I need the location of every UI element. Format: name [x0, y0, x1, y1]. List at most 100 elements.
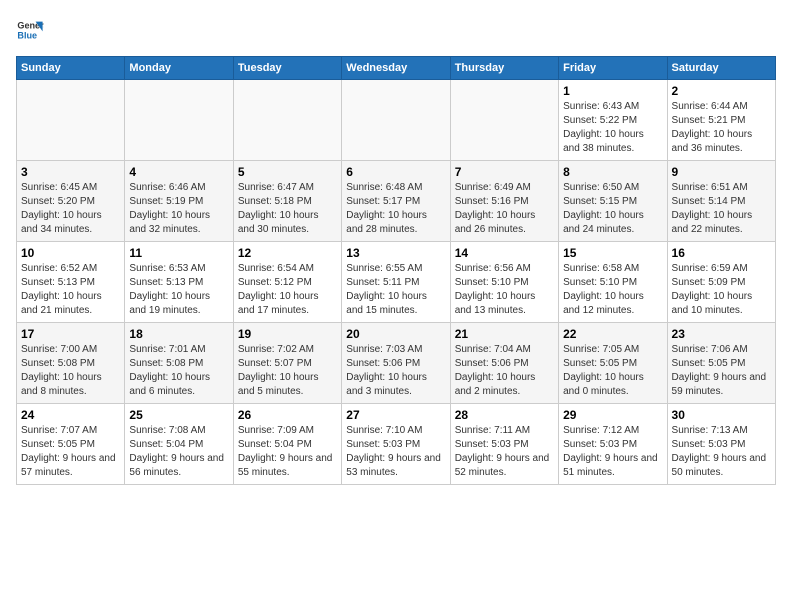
- calendar-week-row: 24 Sunrise: 7:07 AMSunset: 5:05 PMDayligh…: [17, 404, 776, 485]
- day-number: 26: [238, 408, 337, 422]
- day-info: Sunrise: 6:56 AMSunset: 5:10 PMDaylight:…: [455, 262, 554, 318]
- day-number: 15: [563, 246, 662, 260]
- day-number: 27: [346, 408, 445, 422]
- calendar-cell: 21Sunrise: 7:04 AMSunset: 5:06 PMDayligh…: [450, 323, 558, 404]
- day-info: Sunrise: 6:55 AMSunset: 5:11 PMDaylight:…: [346, 262, 445, 318]
- day-number: 5: [238, 165, 337, 179]
- day-info: Sunrise: 6:44 AMSunset: 5:21 PMDaylight:…: [672, 100, 771, 156]
- day-info: Sunrise: 6:49 AMSunset: 5:16 PMDaylight:…: [455, 181, 554, 237]
- day-info: Sunrise: 7:11 AMSunset: 5:03 PMDaylight:…: [455, 424, 554, 480]
- day-number: 6: [346, 165, 445, 179]
- day-info: Sunrise: 7:05 AMSunset: 5:05 PMDaylight:…: [563, 343, 662, 399]
- calendar-cell: 8Sunrise: 6:50 AMSunset: 5:15 PMDaylight…: [559, 161, 667, 242]
- day-number: 16: [672, 246, 771, 260]
- day-number: 8: [563, 165, 662, 179]
- calendar-cell: 18 Sunrise: 7:01 AMSunset: 5:08 PMDayligh…: [125, 323, 233, 404]
- day-info: Sunrise: 7:07 AMSunset: 5:05 PMDaylight:…: [21, 424, 120, 480]
- day-number: 11: [129, 246, 228, 260]
- calendar-cell: 23 Sunrise: 7:06 AMSunset: 5:05 PMDayligh…: [667, 323, 775, 404]
- day-info: Sunrise: 6:51 AMSunset: 5:14 PMDaylight:…: [672, 181, 771, 237]
- calendar-cell: [17, 80, 125, 161]
- svg-text:Blue: Blue: [17, 30, 37, 40]
- calendar-cell: 22Sunrise: 7:05 AMSunset: 5:05 PMDayligh…: [559, 323, 667, 404]
- calendar-cell: [342, 80, 450, 161]
- day-info: Sunrise: 7:06 AMSunset: 5:05 PMDaylight:…: [672, 343, 771, 399]
- calendar-week-row: 3 Sunrise: 6:45 AMSunset: 5:20 PMDaylight…: [17, 161, 776, 242]
- day-info: Sunrise: 7:01 AMSunset: 5:08 PMDaylight:…: [129, 343, 228, 399]
- day-number: 19: [238, 327, 337, 341]
- calendar-cell: 2 Sunrise: 6:44 AMSunset: 5:21 PMDaylight…: [667, 80, 775, 161]
- day-number: 7: [455, 165, 554, 179]
- calendar-cell: 1 Sunrise: 6:43 AMSunset: 5:22 PMDaylight…: [559, 80, 667, 161]
- day-number: 23: [672, 327, 771, 341]
- day-number: 4: [129, 165, 228, 179]
- calendar-cell: 29Sunrise: 7:12 AMSunset: 5:03 PMDayligh…: [559, 404, 667, 485]
- calendar-cell: 11 Sunrise: 6:53 AMSunset: 5:13 PMDayligh…: [125, 242, 233, 323]
- day-info: Sunrise: 6:53 AMSunset: 5:13 PMDaylight:…: [129, 262, 228, 318]
- day-number: 20: [346, 327, 445, 341]
- calendar-table: SundayMondayTuesdayWednesdayThursdayFrid…: [16, 56, 776, 485]
- calendar-cell: 7 Sunrise: 6:49 AMSunset: 5:16 PMDaylight…: [450, 161, 558, 242]
- day-number: 17: [21, 327, 120, 341]
- day-info: Sunrise: 6:58 AMSunset: 5:10 PMDaylight:…: [563, 262, 662, 318]
- day-number: 3: [21, 165, 120, 179]
- day-info: Sunrise: 6:59 AMSunset: 5:09 PMDaylight:…: [672, 262, 771, 318]
- day-header: Sunday: [17, 57, 125, 80]
- day-number: 2: [672, 84, 771, 98]
- day-number: 30: [672, 408, 771, 422]
- calendar-cell: 24 Sunrise: 7:07 AMSunset: 5:05 PMDayligh…: [17, 404, 125, 485]
- day-number: 1: [563, 84, 662, 98]
- day-info: Sunrise: 7:13 AMSunset: 5:03 PMDaylight:…: [672, 424, 771, 480]
- page-header: General Blue: [16, 16, 776, 44]
- calendar-cell: 15 Sunrise: 6:58 AMSunset: 5:10 PMDayligh…: [559, 242, 667, 323]
- day-info: Sunrise: 6:45 AMSunset: 5:20 PMDaylight:…: [21, 181, 120, 237]
- calendar-week-row: 17 Sunrise: 7:00 AMSunset: 5:08 PMDayligh…: [17, 323, 776, 404]
- day-number: 21: [455, 327, 554, 341]
- calendar-week-row: 10 Sunrise: 6:52 AMSunset: 5:13 PMDayligh…: [17, 242, 776, 323]
- day-header: Thursday: [450, 57, 558, 80]
- day-info: Sunrise: 6:43 AMSunset: 5:22 PMDaylight:…: [563, 100, 662, 156]
- calendar-cell: 27Sunrise: 7:10 AMSunset: 5:03 PMDayligh…: [342, 404, 450, 485]
- calendar-cell: 14 Sunrise: 6:56 AMSunset: 5:10 PMDayligh…: [450, 242, 558, 323]
- day-number: 25: [129, 408, 228, 422]
- day-header: Saturday: [667, 57, 775, 80]
- calendar-week-row: 1 Sunrise: 6:43 AMSunset: 5:22 PMDaylight…: [17, 80, 776, 161]
- day-number: 10: [21, 246, 120, 260]
- day-info: Sunrise: 6:47 AMSunset: 5:18 PMDaylight:…: [238, 181, 337, 237]
- calendar-cell: 26Sunrise: 7:09 AMSunset: 5:04 PMDayligh…: [233, 404, 341, 485]
- day-number: 29: [563, 408, 662, 422]
- calendar-cell: 28Sunrise: 7:11 AMSunset: 5:03 PMDayligh…: [450, 404, 558, 485]
- day-number: 12: [238, 246, 337, 260]
- logo-icon: General Blue: [16, 16, 44, 44]
- logo: General Blue: [16, 16, 44, 44]
- day-info: Sunrise: 7:02 AMSunset: 5:07 PMDaylight:…: [238, 343, 337, 399]
- calendar-cell: 30 Sunrise: 7:13 AMSunset: 5:03 PMDayligh…: [667, 404, 775, 485]
- calendar-cell: 13 Sunrise: 6:55 AMSunset: 5:11 PMDayligh…: [342, 242, 450, 323]
- calendar-cell: 25 Sunrise: 7:08 AMSunset: 5:04 PMDayligh…: [125, 404, 233, 485]
- calendar-cell: [125, 80, 233, 161]
- calendar-cell: 16 Sunrise: 6:59 AMSunset: 5:09 PMDayligh…: [667, 242, 775, 323]
- day-info: Sunrise: 6:46 AMSunset: 5:19 PMDaylight:…: [129, 181, 228, 237]
- calendar-cell: 10 Sunrise: 6:52 AMSunset: 5:13 PMDayligh…: [17, 242, 125, 323]
- day-info: Sunrise: 7:08 AMSunset: 5:04 PMDaylight:…: [129, 424, 228, 480]
- calendar-cell: 3 Sunrise: 6:45 AMSunset: 5:20 PMDaylight…: [17, 161, 125, 242]
- day-info: Sunrise: 6:52 AMSunset: 5:13 PMDaylight:…: [21, 262, 120, 318]
- calendar-cell: 12 Sunrise: 6:54 AMSunset: 5:12 PMDayligh…: [233, 242, 341, 323]
- day-number: 14: [455, 246, 554, 260]
- day-info: Sunrise: 6:54 AMSunset: 5:12 PMDaylight:…: [238, 262, 337, 318]
- calendar-cell: 4 Sunrise: 6:46 AMSunset: 5:19 PMDaylight…: [125, 161, 233, 242]
- day-number: 24: [21, 408, 120, 422]
- calendar-cell: 6Sunrise: 6:48 AMSunset: 5:17 PMDaylight…: [342, 161, 450, 242]
- day-number: 18: [129, 327, 228, 341]
- day-number: 9: [672, 165, 771, 179]
- day-header: Wednesday: [342, 57, 450, 80]
- day-info: Sunrise: 7:00 AMSunset: 5:08 PMDaylight:…: [21, 343, 120, 399]
- calendar-cell: 20 Sunrise: 7:03 AMSunset: 5:06 PMDayligh…: [342, 323, 450, 404]
- calendar-cell: 9 Sunrise: 6:51 AMSunset: 5:14 PMDaylight…: [667, 161, 775, 242]
- calendar-cell: [450, 80, 558, 161]
- calendar-cell: 17 Sunrise: 7:00 AMSunset: 5:08 PMDayligh…: [17, 323, 125, 404]
- day-info: Sunrise: 7:03 AMSunset: 5:06 PMDaylight:…: [346, 343, 445, 399]
- day-header: Friday: [559, 57, 667, 80]
- calendar-cell: 5 Sunrise: 6:47 AMSunset: 5:18 PMDaylight…: [233, 161, 341, 242]
- day-number: 13: [346, 246, 445, 260]
